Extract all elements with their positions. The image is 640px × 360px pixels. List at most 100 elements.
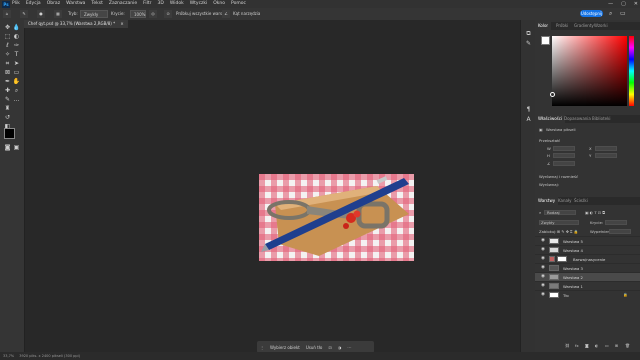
transform-section-title[interactable]: Przekształć xyxy=(539,138,560,143)
brush-preset-icon[interactable]: ✎ xyxy=(20,10,28,18)
new-layer-icon[interactable]: ⊞ xyxy=(615,343,618,348)
menu-select[interactable]: Zaznaczanie xyxy=(109,0,137,8)
new-group-icon[interactable]: ▭ xyxy=(605,343,609,348)
brush-panel-icon[interactable]: ▦ xyxy=(54,10,62,18)
menu-filter[interactable]: Filtr xyxy=(143,0,151,8)
pressure-opacity-icon[interactable]: ◎ xyxy=(149,10,157,18)
rectangle-icon[interactable]: ▭ xyxy=(12,69,21,77)
add-mask-icon[interactable]: ◙ xyxy=(585,343,589,348)
layer-row[interactable]: ◉ Tło 🔒 xyxy=(535,290,640,299)
visibility-eye-icon[interactable]: ◉ xyxy=(541,256,545,261)
crop-icon[interactable]: ⌗ xyxy=(3,60,12,68)
transform-icon[interactable]: ⊡ xyxy=(328,345,331,350)
color-swatch[interactable] xyxy=(4,128,21,144)
adjust-icon[interactable]: ◑ xyxy=(338,345,342,350)
drag-handle-icon[interactable]: ⋮ xyxy=(260,345,264,350)
angle-icon[interactable]: ∠ xyxy=(222,10,230,18)
select-subject-button[interactable]: Wybierz obiekt xyxy=(270,345,300,350)
layer-filter-icons[interactable]: ▣ ◐ T ⊡ ⧉ xyxy=(585,210,605,215)
document-image[interactable] xyxy=(259,174,414,261)
paragraph-icon[interactable]: ¶ xyxy=(524,106,533,114)
healing-icon[interactable]: ✚ xyxy=(3,87,12,95)
y-input[interactable] xyxy=(595,153,617,158)
lock-icons[interactable]: ⊞ ✎ ✥ ⌗ 🔒 xyxy=(557,229,578,234)
link-layers-icon[interactable]: ⛓ xyxy=(565,343,570,348)
pen-icon[interactable]: ✑ xyxy=(12,42,21,50)
character-icon[interactable]: A xyxy=(524,116,533,124)
visibility-eye-icon[interactable]: ◉ xyxy=(541,238,545,243)
visibility-eye-icon[interactable]: ◉ xyxy=(541,247,545,252)
align-section-title[interactable]: Wyrównaj i rozmieść xyxy=(539,174,578,179)
tab-paths[interactable]: Ścieżki xyxy=(571,197,591,205)
more-options-icon[interactable]: ⋯ xyxy=(347,345,351,350)
more-icon[interactable]: … xyxy=(12,96,21,104)
layer-row[interactable]: ◉ Warstwa 5 xyxy=(535,236,640,245)
menu-view[interactable]: Widok xyxy=(170,0,184,8)
color-field[interactable] xyxy=(552,36,627,106)
angle-input[interactable] xyxy=(553,161,575,166)
move-icon[interactable]: ✥ xyxy=(3,24,12,32)
quick-mask-icon[interactable]: ◙ xyxy=(3,144,12,152)
menu-type[interactable]: Tekst xyxy=(91,0,102,8)
close-tab-icon[interactable]: × xyxy=(120,21,123,26)
brush-settings-icon[interactable]: ✎ xyxy=(524,40,533,48)
lasso-icon[interactable]: ℓ xyxy=(3,42,12,50)
path-select-icon[interactable]: ➤ xyxy=(12,60,21,68)
layer-row[interactable]: ◉ Barwa/nasycenie xyxy=(535,254,640,263)
hand-icon[interactable]: ✋ xyxy=(12,78,21,86)
height-input[interactable] xyxy=(553,153,575,158)
zoom-icon[interactable]: ⌕ xyxy=(12,87,21,95)
layer-row[interactable]: ◉ Warstwa 3 xyxy=(535,263,640,272)
history-panel-icon[interactable]: ⧉ xyxy=(524,30,533,38)
menu-edit[interactable]: Edycja xyxy=(26,0,41,8)
mode-select[interactable]: Zwykły xyxy=(80,10,108,18)
menu-image[interactable]: Obraz xyxy=(47,0,60,8)
hue-slider[interactable] xyxy=(629,36,634,106)
stamp-icon[interactable]: ♜ xyxy=(3,105,12,113)
menu-3d[interactable]: 3D xyxy=(158,0,164,8)
layer-name[interactable]: Tło xyxy=(563,291,569,300)
menu-window[interactable]: Okno xyxy=(213,0,225,8)
adjustment-icon[interactable]: ◐ xyxy=(595,343,598,348)
minimize-icon[interactable]: — xyxy=(608,1,613,7)
workspace-icon[interactable]: ▭ xyxy=(620,10,626,17)
remove-bg-button[interactable]: Usuń tło xyxy=(306,345,323,350)
color-picker-handle[interactable] xyxy=(550,92,555,97)
tab-libraries[interactable]: Biblioteki xyxy=(589,115,614,123)
quick-select-icon[interactable]: ✧ xyxy=(3,51,12,59)
layer-row[interactable]: ◉ Warstwa 2 xyxy=(535,272,640,281)
layer-row[interactable]: ◉ Warstwa 4 xyxy=(535,245,640,254)
layer-row[interactable]: ◉ Warstwa 1 xyxy=(535,281,640,290)
canvas-area[interactable] xyxy=(25,28,530,352)
mini-swatch[interactable] xyxy=(541,36,550,45)
menu-plugins[interactable]: Wtyczki xyxy=(190,0,208,8)
brush-icon[interactable]: ✎ xyxy=(3,96,12,104)
layer-opacity-input[interactable] xyxy=(605,220,627,225)
x-input[interactable] xyxy=(595,146,617,151)
tab-swatches[interactable]: Próbki xyxy=(553,22,571,30)
brush-size-icon[interactable]: ● xyxy=(37,10,45,18)
zoom-readout[interactable]: 33,7% xyxy=(3,354,14,358)
menu-layer[interactable]: Warstwa xyxy=(66,0,85,8)
tab-patterns[interactable]: Wzorki xyxy=(591,22,611,30)
share-button[interactable]: Udostępnij xyxy=(580,10,603,17)
menu-help[interactable]: Pomoc xyxy=(231,0,246,8)
visibility-eye-icon[interactable]: ◉ xyxy=(541,274,545,279)
menu-file[interactable]: Plik xyxy=(12,0,20,8)
dodge-icon[interactable]: ◐ xyxy=(12,33,21,41)
type-icon[interactable]: T xyxy=(12,51,21,59)
home-icon[interactable]: ⌂ xyxy=(3,10,11,18)
maximize-icon[interactable]: ▢ xyxy=(621,1,626,7)
visibility-eye-icon[interactable]: ◉ xyxy=(541,283,545,288)
visibility-eye-icon[interactable]: ◉ xyxy=(541,265,545,270)
sample-icon[interactable]: ⊙ xyxy=(164,10,172,18)
photoshop-logo[interactable]: Ps xyxy=(2,0,10,8)
foreground-color[interactable] xyxy=(4,128,15,139)
fx-icon[interactable]: fx xyxy=(575,343,579,348)
fill-input[interactable] xyxy=(609,229,631,234)
tool-angle-label[interactable]: Kąt narzędzia xyxy=(233,10,260,18)
marquee-icon[interactable]: ⬚ xyxy=(3,33,12,41)
search-icon[interactable]: ⌕ xyxy=(609,10,612,18)
blur-icon[interactable]: 💧 xyxy=(12,24,21,32)
visibility-eye-icon[interactable]: ◉ xyxy=(541,292,545,297)
